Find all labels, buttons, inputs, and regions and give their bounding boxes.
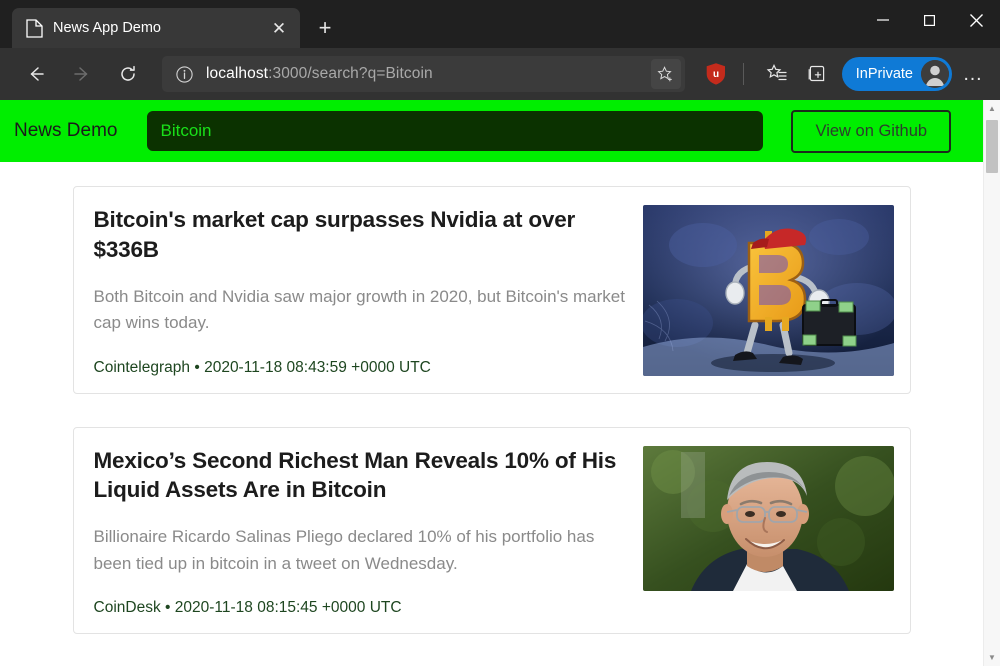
- site-brand: News Demo: [14, 120, 118, 141]
- article-description: Billionaire Ricardo Salinas Pliego decla…: [93, 527, 595, 573]
- article-date: 2020-11-18 08:43:59 +0000 UTC: [204, 358, 431, 376]
- article-list: Bitcoin's market cap surpasses Nvidia at…: [0, 162, 983, 635]
- article-meta: CoinDesk • 2020-11-18 08:15:45 +0000 UTC: [94, 599, 627, 617]
- web-page: News Demo Bitcoin View on Github Bitcoin…: [0, 100, 983, 666]
- title-bar: News App Demo ✕ +: [0, 0, 1000, 48]
- scroll-up-arrow[interactable]: ▲: [984, 100, 1000, 117]
- view-on-github-button[interactable]: View on Github: [791, 109, 952, 153]
- article-description: Both Bitcoin and Nvidia saw major growth…: [93, 286, 625, 333]
- settings-menu-button[interactable]: …: [956, 57, 990, 91]
- scroll-down-arrow[interactable]: ▼: [984, 649, 1000, 666]
- article-body: Bitcoin's market cap surpasses Nvidia at…: [94, 205, 627, 377]
- url-text[interactable]: localhost:3000/search?q=Bitcoin: [196, 65, 651, 83]
- inprivate-label: InPrivate: [855, 66, 913, 82]
- scrollbar-thumb[interactable]: [986, 120, 998, 173]
- site-header: News Demo Bitcoin View on Github: [0, 100, 983, 162]
- article-meta: Cointelegraph • 2020-11-18 08:43:59 +000…: [94, 359, 627, 377]
- article-body: Mexico’s Second Richest Man Reveals 10% …: [94, 446, 627, 618]
- portrait-photo: [642, 445, 894, 591]
- article-thumbnail[interactable]: [642, 445, 894, 591]
- article-thumbnail[interactable]: [642, 205, 894, 376]
- meta-separator: •: [194, 358, 200, 376]
- url-host: localhost: [206, 65, 269, 82]
- page-viewport: News Demo Bitcoin View on Github Bitcoin…: [0, 100, 1000, 666]
- favorites-list-icon[interactable]: [760, 57, 794, 91]
- page-scrollbar[interactable]: ▲ ▼: [983, 100, 1000, 666]
- article-date: 2020-11-18 08:15:45 +0000 UTC: [174, 599, 402, 617]
- minimize-button[interactable]: [860, 0, 906, 40]
- browser-window: News App Demo ✕ + localhost:3000/search?…: [0, 0, 1000, 666]
- article-card[interactable]: Mexico’s Second Richest Man Reveals 10% …: [72, 426, 911, 635]
- close-tab-button[interactable]: ✕: [266, 15, 292, 41]
- maximize-button[interactable]: [906, 0, 952, 40]
- article-card[interactable]: Bitcoin's market cap surpasses Nvidia at…: [72, 186, 911, 394]
- close-window-button[interactable]: [952, 0, 1000, 40]
- search-input[interactable]: Bitcoin: [147, 111, 764, 151]
- avatar-icon[interactable]: [921, 60, 949, 88]
- article-source: CoinDesk: [93, 599, 161, 617]
- info-icon[interactable]: [172, 62, 196, 86]
- browser-toolbar: localhost:3000/search?q=Bitcoin u InPriv…: [0, 48, 1000, 100]
- new-tab-button[interactable]: +: [308, 11, 342, 45]
- url-path: :3000/search?q=Bitcoin: [268, 65, 433, 82]
- tab-strip: News App Demo ✕ +: [0, 0, 342, 48]
- toolbar-divider: [742, 63, 744, 85]
- address-bar[interactable]: localhost:3000/search?q=Bitcoin: [162, 56, 685, 92]
- refresh-button[interactable]: [110, 56, 146, 92]
- page-icon: [26, 18, 43, 38]
- back-button[interactable]: [18, 56, 54, 92]
- meta-separator: •: [165, 599, 171, 617]
- bitcoin-mascot-illustration: [642, 205, 894, 376]
- browser-tab[interactable]: News App Demo ✕: [12, 8, 300, 48]
- article-source: Cointelegraph: [93, 358, 191, 376]
- article-title[interactable]: Bitcoin's market cap surpasses Nvidia at…: [94, 205, 627, 265]
- collections-icon[interactable]: [800, 57, 834, 91]
- article-title[interactable]: Mexico’s Second Richest Man Reveals 10% …: [94, 446, 627, 506]
- star-add-icon[interactable]: [650, 59, 681, 89]
- forward-button[interactable]: [64, 56, 100, 92]
- svg-text:u: u: [713, 69, 719, 80]
- ublock-origin-icon[interactable]: u: [699, 57, 733, 91]
- tab-title: News App Demo: [53, 20, 161, 36]
- window-controls: [860, 0, 1000, 40]
- inprivate-badge[interactable]: InPrivate: [841, 57, 952, 91]
